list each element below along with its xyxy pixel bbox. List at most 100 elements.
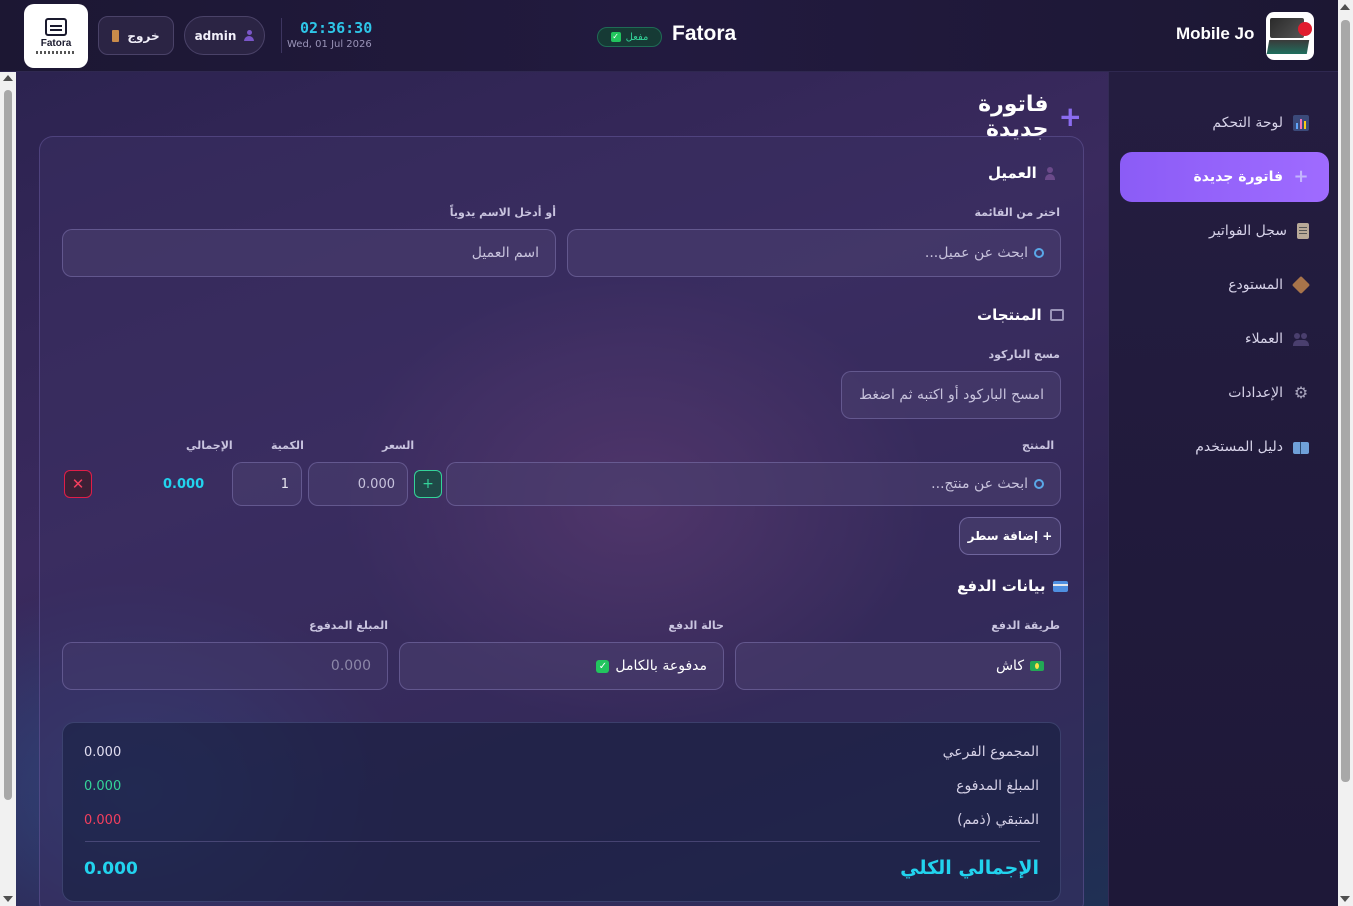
logo-underline: [36, 51, 76, 54]
grand-total-value: 0.000: [84, 859, 138, 879]
customer-search-input[interactable]: ابحث عن عميل...: [567, 229, 1061, 277]
book-icon: [1293, 442, 1309, 454]
chart-icon: [1293, 115, 1309, 131]
customer-section-title: العميل: [988, 164, 1055, 182]
logout-label: خروج: [127, 28, 160, 43]
invoice-logo-icon: [45, 18, 67, 36]
clock-time: 02:36:30: [300, 19, 373, 37]
subtotal-label: المجموع الفرعي: [942, 744, 1039, 760]
payment-section-title: بيانات الدفع: [957, 577, 1069, 595]
gear-icon: ⚙: [1293, 383, 1309, 402]
paid-amount-input[interactable]: 0.000: [62, 642, 388, 690]
sidebar-item-warehouse[interactable]: المستودع: [1120, 260, 1329, 310]
plus-icon: +: [1293, 166, 1309, 187]
app-title: Fatora: [672, 22, 737, 45]
payment-method-select[interactable]: كاش: [735, 642, 1061, 690]
payment-method-label: طريقة الدفع: [991, 619, 1060, 632]
top-header: Fatora خروج admin 02:36:30 Wed, 01 Jul 2…: [0, 0, 1338, 72]
col-price: السعر: [382, 439, 415, 452]
remaining-label: المتبقي (ذمم): [957, 812, 1039, 828]
sidebar-item-invoice-history[interactable]: سجل الفواتير: [1120, 206, 1329, 256]
scroll-down-arrow-icon[interactable]: [3, 896, 13, 902]
price-input[interactable]: 0.000: [308, 462, 408, 506]
check-icon: ✓: [596, 659, 610, 673]
main-scrollbar-thumb[interactable]: [4, 90, 12, 800]
header-divider: [281, 18, 282, 53]
subtotal-value: 0.000: [84, 745, 122, 760]
col-total: الإجمالي: [186, 439, 233, 452]
barcode-placeholder: امسح الباركود أو اكتبه ثم اضغط: [859, 387, 1044, 403]
cash-icon: [1030, 661, 1044, 671]
product-search-placeholder: ابحث عن منتج...: [931, 476, 1028, 492]
col-product: المنتج: [1022, 439, 1055, 452]
payment-status-label: حالة الدفع: [668, 619, 724, 632]
brand-logo-text: Fatora: [40, 38, 72, 49]
sidebar-item-dashboard[interactable]: لوحة التحكم: [1120, 98, 1329, 148]
user-name: admin: [194, 28, 237, 43]
qty-value: 1: [280, 476, 289, 492]
status-badge: مفعل ✓: [597, 27, 662, 47]
shop-logo-badge: [1298, 22, 1312, 36]
door-icon: [112, 29, 120, 42]
price-value: 0.000: [357, 476, 395, 492]
summary-divider: [85, 841, 1040, 842]
payment-status-value: مدفوعة بالكامل: [615, 658, 707, 674]
scroll-down-arrow-icon[interactable]: [1340, 896, 1350, 902]
customer-select-label: اختر من القائمة: [974, 206, 1060, 219]
scroll-up-arrow-icon[interactable]: [1340, 4, 1350, 10]
sidebar-item-new-invoice[interactable]: + فاتورة جديدة: [1120, 152, 1329, 202]
person-icon: [1044, 166, 1055, 180]
paid-amount-label: المبلغ المدفوع: [309, 619, 388, 632]
customer-name-input[interactable]: اسم العميل: [62, 229, 556, 277]
sidebar-item-label: العملاء: [1245, 331, 1283, 347]
laptop-base: [1266, 40, 1310, 54]
users-icon: [1293, 331, 1309, 347]
barcode-input[interactable]: امسح الباركود أو اكتبه ثم اضغط: [841, 371, 1061, 419]
qty-input[interactable]: 1: [232, 462, 302, 506]
customer-manual-label: أو أدخل الاسم يدوياً: [449, 206, 556, 219]
sidebar-item-settings[interactable]: ⚙ الإعدادات: [1120, 368, 1329, 418]
page-scrollbar-thumb[interactable]: [1341, 20, 1350, 782]
payment-status-select[interactable]: مدفوعة بالكامل ✓: [399, 642, 724, 690]
clock-date: Wed, 01 Jul 2026: [287, 39, 372, 50]
barcode-label: مسح الباركود: [988, 348, 1060, 361]
box-icon: [1291, 275, 1311, 295]
product-search-input[interactable]: ابحث عن منتج...: [446, 462, 1061, 506]
search-icon: [1034, 248, 1044, 258]
sidebar-item-label: الإعدادات: [1228, 385, 1283, 401]
customer-section-label: العميل: [988, 164, 1037, 182]
remove-row-button[interactable]: ✕: [64, 470, 92, 498]
invoice-summary: المجموع الفرعي 0.000 المبلغ المدفوع 0.00…: [62, 722, 1061, 902]
scroll-up-arrow-icon[interactable]: [3, 75, 13, 81]
search-icon: [1034, 479, 1044, 489]
check-icon: ✓: [610, 32, 621, 42]
payment-method-value: كاش: [995, 658, 1024, 674]
sidebar-item-user-guide[interactable]: دليل المستخدم: [1120, 422, 1329, 472]
page-title-text: فاتورة جديدة: [978, 92, 1049, 142]
sidebar-item-customers[interactable]: العملاء: [1120, 314, 1329, 364]
user-menu-button[interactable]: admin: [184, 16, 265, 55]
sidebar-item-label: دليل المستخدم: [1195, 439, 1283, 455]
row-total: 0.000: [163, 477, 205, 492]
sidebar-item-label: لوحة التحكم: [1212, 115, 1283, 131]
shop-name: Mobile Jo: [1176, 24, 1255, 43]
customer-name-placeholder: اسم العميل: [471, 245, 539, 261]
grand-total-label: الإجمالي الكلي: [900, 857, 1039, 879]
summary-paid-value: 0.000: [84, 779, 122, 794]
sidebar: لوحة التحكم + فاتورة جديدة سجل الفواتير …: [1108, 72, 1338, 906]
brand-logo[interactable]: Fatora: [24, 4, 88, 68]
remaining-value: 0.000: [84, 813, 122, 828]
sidebar-item-label: سجل الفواتير: [1208, 223, 1287, 239]
add-line-label: + إضافة سطر: [967, 529, 1053, 543]
payment-section-label: بيانات الدفع: [957, 577, 1046, 595]
summary-paid-label: المبلغ المدفوع: [956, 778, 1039, 794]
logout-button[interactable]: خروج: [98, 16, 174, 55]
col-qty: الكمية: [271, 439, 304, 452]
add-line-button[interactable]: + إضافة سطر: [959, 517, 1061, 555]
products-section-title: المنتجات: [977, 306, 1064, 324]
shop-avatar[interactable]: [1266, 12, 1314, 60]
page-title: + فاتورة جديدة: [916, 92, 1082, 142]
plus-icon: +: [1058, 100, 1082, 133]
status-badge-label: مفعل: [625, 31, 649, 43]
quick-add-product-button[interactable]: +: [414, 470, 442, 498]
